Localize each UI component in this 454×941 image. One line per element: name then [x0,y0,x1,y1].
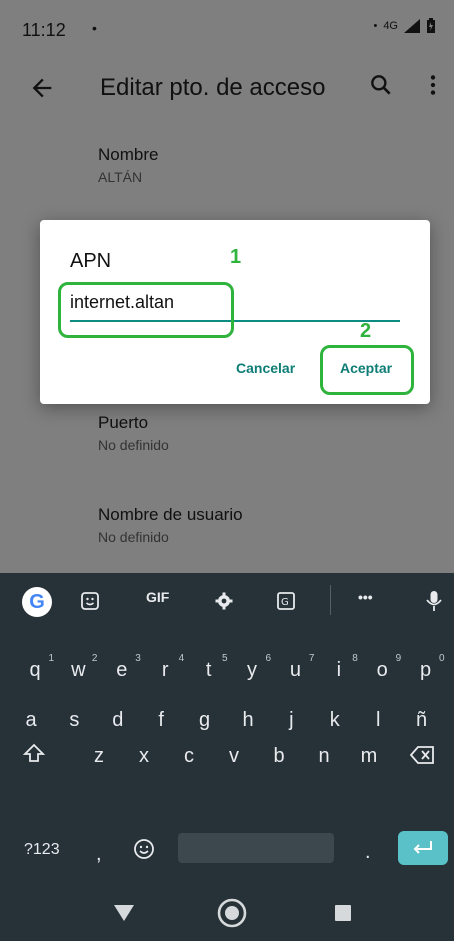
key-label: y [247,659,257,681]
key-c[interactable]: c [174,745,204,768]
key-i[interactable]: i8 [324,653,358,682]
key-h[interactable]: h [233,709,263,732]
enter-arrow-icon [413,841,432,854]
comma-key[interactable]: , [96,843,102,866]
key-label: i [336,659,342,681]
key-z[interactable]: z [84,745,114,768]
dialog-title: APN [70,250,112,272]
enter-key[interactable] [398,831,448,865]
microphone-icon[interactable] [424,589,444,613]
key-b[interactable]: b [264,745,294,768]
annotation-box-2 [320,345,414,395]
keyboard-toolbar: G GIF G ••• [0,573,454,627]
recents-square-icon[interactable] [334,904,352,922]
key-label: q [29,659,41,681]
key-number-hint: 7 [308,653,315,664]
key-ñ[interactable]: ñ [407,709,437,732]
key-k[interactable]: k [320,709,350,732]
toolbar-divider [330,585,331,615]
key-p[interactable]: p0 [411,653,445,682]
navigation-bar [0,885,454,941]
key-j[interactable]: j [276,709,306,732]
key-label: o [376,659,388,681]
key-q[interactable]: q1 [20,653,54,682]
soft-keyboard: G GIF G ••• q 1 w 2 e 3 r 4 t 5 y 6 u 7 … [0,573,454,885]
key-a[interactable]: a [16,709,46,732]
key-label: e [116,659,128,681]
key-label: p [420,659,432,681]
key-number-hint: 4 [178,653,185,664]
back-triangle-icon[interactable] [112,903,136,923]
period-key[interactable]: . [365,841,371,864]
more-options-button[interactable]: ••• [358,589,373,605]
key-number-hint: 5 [222,653,228,664]
key-x[interactable]: x [129,745,159,768]
key-r[interactable]: r4 [150,653,184,682]
key-m[interactable]: m [354,745,384,768]
key-label: t [205,659,212,681]
key-l[interactable]: l [363,709,393,732]
google-logo-icon[interactable]: G [22,587,52,617]
key-number-hint: 0 [439,653,445,664]
key-n[interactable]: n [309,745,339,768]
key-e[interactable]: e3 [107,653,141,682]
key-o[interactable]: o9 [367,653,402,682]
key-label: w [71,659,86,681]
key-label: u [289,659,301,681]
space-bar[interactable] [178,833,334,863]
svg-text:G: G [281,597,289,608]
home-circle-icon[interactable] [216,897,248,929]
sticker-icon[interactable] [80,591,100,611]
key-g[interactable]: g [190,709,220,732]
backspace-icon[interactable] [410,745,436,765]
annotation-number-1: 1 [230,246,242,268]
annotation-box-1 [58,282,234,338]
shift-icon[interactable] [22,741,46,765]
key-y[interactable]: y6 [237,653,271,682]
translate-icon[interactable]: G [276,591,296,611]
key-f[interactable]: f [146,709,176,732]
key-s[interactable]: s [59,709,89,732]
annotation-number-2: 2 [360,320,372,342]
key-number-hint: 9 [395,653,402,664]
symbols-key[interactable]: ?123 [24,841,60,859]
gif-button[interactable]: GIF [146,589,169,605]
screen: 11:12 • • 4G Editar pto. de acceso Nombr… [0,0,454,941]
key-number-hint: 2 [91,653,98,664]
cancel-button[interactable]: Cancelar [236,360,295,376]
key-number-hint: 8 [352,653,358,664]
key-number-hint: 3 [135,653,141,664]
key-v[interactable]: v [219,745,249,768]
key-d[interactable]: d [103,709,133,732]
settings-gear-icon[interactable] [214,591,234,611]
emoji-icon[interactable] [132,837,156,861]
key-w[interactable]: w2 [63,653,97,682]
key-number-hint: 1 [48,653,54,664]
key-number-hint: 6 [265,653,271,664]
key-label: r [161,659,169,681]
key-t[interactable]: t5 [194,653,228,682]
key-u[interactable]: u7 [280,653,315,682]
